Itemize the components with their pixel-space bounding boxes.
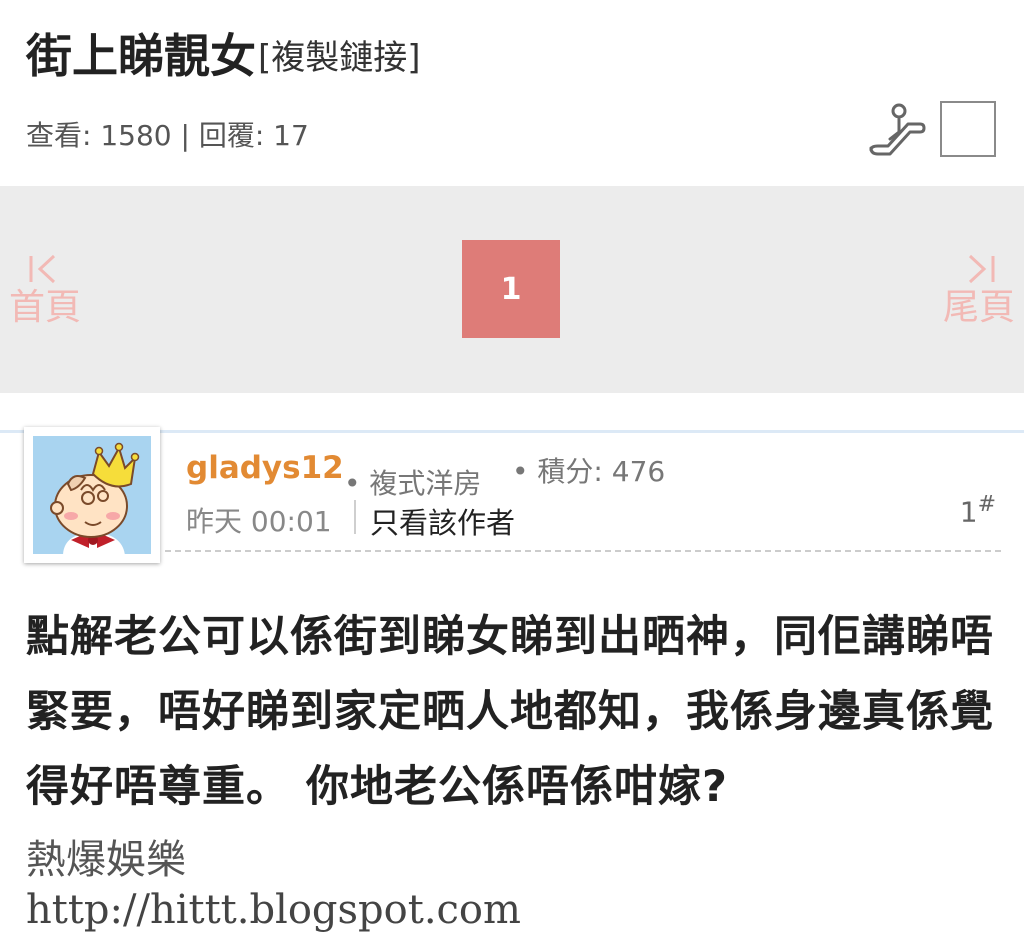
square-button[interactable] (940, 101, 996, 157)
escalator-icon[interactable] (868, 102, 926, 158)
watermark: 熱爆娛樂 http://hittt.blogspot.com (26, 835, 521, 935)
thread-title: 街上睇靚女 (26, 29, 256, 83)
thread-stats: 查看: 1580 | 回覆: 17 (26, 119, 309, 152)
last-page-label: 尾頁 (942, 287, 1015, 328)
floor-value: 1 (959, 495, 978, 529)
watermark-title: 熱爆娛樂 (26, 837, 186, 883)
first-page-link[interactable]: 首頁 (0, 248, 90, 328)
avatar-frame[interactable] (24, 427, 160, 563)
copy-link-button[interactable]: [複製鏈接] (258, 32, 421, 84)
post-content: 點解老公可以係街到睇女睇到出晒神，同佢講睇唔緊要，唔好睇到家定晒人地都知，我係身… (26, 612, 994, 812)
first-page-label: 首頁 (8, 287, 81, 328)
user-level: • 複式洋房 (344, 467, 482, 500)
title-row: 街上睇靚女 [複製鏈接] (26, 28, 421, 84)
author-only-link[interactable]: 只看該作者 (370, 500, 515, 542)
last-page-icon (934, 248, 1024, 288)
first-page-icon (0, 248, 90, 288)
post-username[interactable]: gladys12 (186, 450, 344, 486)
post-timestamp: 昨天 00:01 (186, 505, 332, 538)
user-points: • 積分: 476 (512, 455, 666, 488)
last-page-link[interactable]: 尾頁 (934, 248, 1024, 328)
floor-number: 1# (960, 492, 996, 528)
floor-suffix: # (977, 492, 996, 517)
post-meta-divider (165, 550, 1001, 552)
page-number-current[interactable]: 1 (462, 240, 560, 338)
watermark-url: http://hittt.blogspot.com (26, 887, 521, 933)
pagination-bar: 首頁 1 尾頁 (0, 186, 1024, 393)
meta-separator (354, 500, 356, 534)
thread-header: 街上睇靚女 [複製鏈接] 查看: 1580 | 回覆: 17 (0, 0, 1024, 185)
avatar (33, 436, 151, 554)
